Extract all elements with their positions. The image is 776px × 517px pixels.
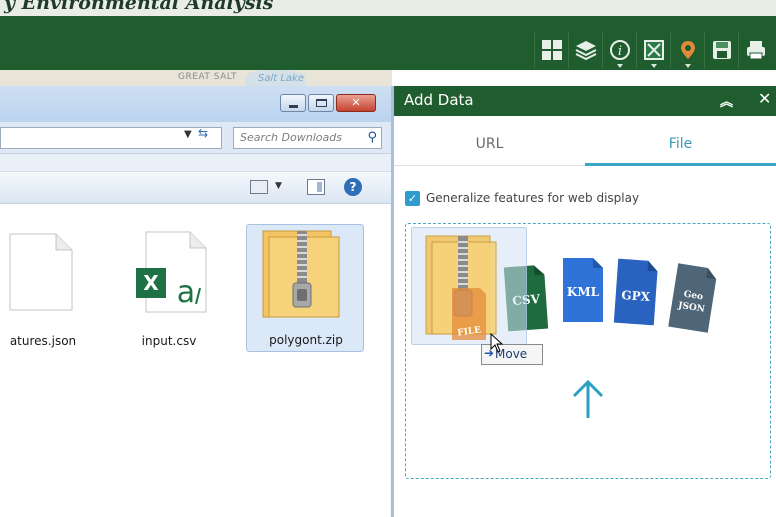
search-icon[interactable]: ⚲ bbox=[367, 130, 377, 145]
layers-icon[interactable] bbox=[568, 32, 602, 68]
map-label: GREAT SALT bbox=[178, 72, 238, 82]
menu-strip bbox=[0, 154, 391, 172]
zip-folder-icon: FILE bbox=[425, 235, 497, 340]
help-icon[interactable]: ? bbox=[344, 178, 362, 196]
measure-icon[interactable] bbox=[636, 32, 670, 68]
gpx-label: GPX bbox=[621, 288, 651, 304]
document-icon bbox=[9, 233, 73, 311]
info-icon[interactable]: i bbox=[602, 32, 636, 68]
close-icon: ✕ bbox=[351, 96, 361, 109]
refresh-icon[interactable]: ⇆ bbox=[198, 126, 208, 140]
generalize-checkbox[interactable]: ✓ bbox=[405, 190, 420, 206]
chevron-down-icon[interactable]: ▼ bbox=[275, 181, 282, 191]
file-name: input.csv bbox=[141, 334, 197, 348]
minimize-icon bbox=[289, 105, 298, 108]
location-icon[interactable] bbox=[670, 32, 704, 68]
panel-title: Add Data bbox=[404, 91, 474, 109]
drag-ghost: FILE bbox=[411, 227, 527, 345]
chevron-down-icon[interactable]: ▼ bbox=[184, 129, 192, 140]
tab-bar: URL File bbox=[394, 116, 776, 166]
app-title: y Environmental Analysis bbox=[4, 0, 274, 14]
generalize-option[interactable]: ✓ Generalize features for web display bbox=[405, 190, 639, 206]
preview-pane-icon[interactable] bbox=[307, 179, 325, 195]
upload-arrow-icon bbox=[572, 379, 604, 418]
window-titlebar[interactable]: ✕ bbox=[0, 86, 391, 122]
search-placeholder: Search Downloads bbox=[240, 131, 342, 144]
app-header: y Environmental Analysis i bbox=[0, 0, 776, 70]
command-bar: ▼ ? bbox=[0, 172, 391, 204]
save-icon[interactable] bbox=[704, 32, 738, 68]
file-item[interactable]: atures.json bbox=[0, 224, 102, 352]
address-bar-row: ▼ ⇆ Search Downloads ⚲ bbox=[0, 122, 391, 154]
print-icon[interactable] bbox=[738, 32, 772, 68]
kml-label: KML bbox=[567, 285, 600, 299]
svg-text:i: i bbox=[617, 44, 621, 59]
collapse-icon[interactable]: ︽ bbox=[720, 91, 733, 110]
file-item[interactable]: X a input.csv bbox=[110, 224, 228, 352]
grid-icon[interactable] bbox=[534, 32, 568, 68]
zip-folder-icon bbox=[262, 230, 340, 318]
file-list: atures.json X a input.csv polygont.zip bbox=[0, 204, 390, 517]
mouse-cursor-icon bbox=[490, 333, 504, 353]
change-view-icon[interactable] bbox=[250, 180, 268, 194]
svg-text:X: X bbox=[143, 271, 159, 295]
close-icon[interactable]: ✕ bbox=[758, 89, 771, 108]
excel-csv-icon: X a bbox=[136, 231, 207, 313]
minimize-button[interactable] bbox=[280, 94, 306, 112]
tab-file[interactable]: File bbox=[585, 116, 776, 166]
tab-url[interactable]: URL bbox=[394, 116, 585, 166]
file-explorer-window: ✕ ▼ ⇆ Search Downloads ⚲ ▼ ? atures.json bbox=[0, 86, 392, 517]
maximize-icon bbox=[316, 99, 327, 107]
map-toolbar: i bbox=[534, 30, 776, 70]
gpx-file-icon: GPX bbox=[613, 258, 658, 326]
app-title-bar: y Environmental Analysis bbox=[0, 0, 776, 16]
close-button[interactable]: ✕ bbox=[336, 94, 376, 112]
panel-header: Add Data ︽ ✕ bbox=[394, 86, 776, 116]
svg-text:a: a bbox=[177, 275, 195, 310]
generalize-label: Generalize features for web display bbox=[426, 191, 640, 205]
kml-file-icon: KML bbox=[563, 258, 603, 322]
map-label: Salt Lake bbox=[258, 73, 304, 84]
file-name: polygont.zip bbox=[269, 333, 343, 347]
geojson-file-icon: Geo JSON bbox=[668, 263, 717, 333]
file-item-selected[interactable]: polygont.zip bbox=[246, 224, 364, 352]
maximize-button[interactable] bbox=[308, 94, 334, 112]
search-input[interactable]: Search Downloads ⚲ bbox=[233, 127, 382, 149]
file-name: atures.json bbox=[9, 334, 77, 348]
